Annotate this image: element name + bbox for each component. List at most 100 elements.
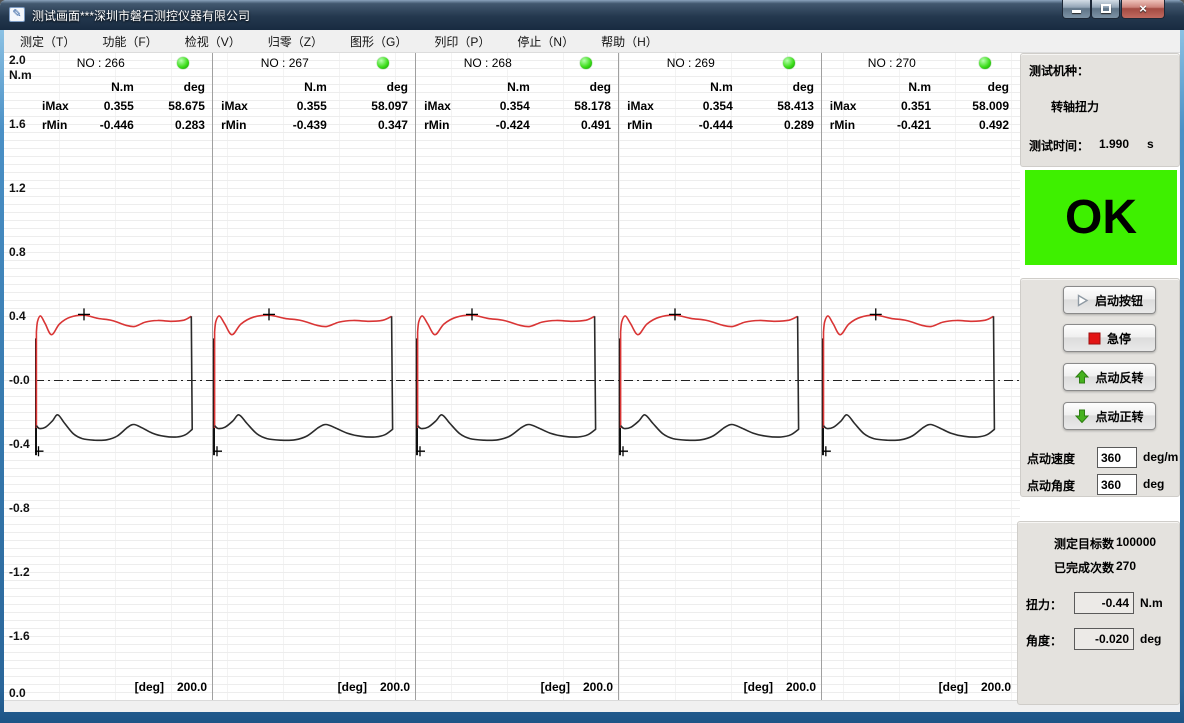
stop-icon [1088, 332, 1101, 345]
x-max-label: 200.0 [177, 680, 207, 694]
jog-angle-label: 点动角度 [1027, 477, 1075, 494]
angle-readout[interactable] [1074, 628, 1134, 650]
y-tick: -1.2 [9, 565, 30, 579]
machine-type-label: 测试机种： [1029, 62, 1089, 79]
rmin-nm: -0.439 [273, 118, 334, 132]
title-bar: ✎ 测试画面***深圳市磐石测控仪器有限公司 × [0, 0, 1184, 30]
rmin-nm: -0.421 [880, 118, 939, 132]
test-panel-269: NO : 269 N.mdeg iMax0.35458.413 rMin-0.4… [618, 53, 821, 700]
y-tick: 1.2 [9, 181, 26, 195]
torque-unit: N.m [1140, 596, 1163, 610]
y-tick: 2.0 [9, 53, 26, 67]
test-time-unit: s [1147, 137, 1154, 151]
x-max-label: 200.0 [786, 680, 816, 694]
imax-nm: 0.355 [273, 99, 334, 113]
menu-function[interactable]: 功能（F） [92, 30, 167, 53]
y-tick: N.m [9, 68, 32, 82]
result-status-badge: OK [1025, 170, 1177, 265]
y-tick: 1.6 [9, 117, 26, 131]
x-unit-label: [deg] [541, 680, 570, 694]
hysteresis-curve [35, 295, 210, 465]
hysteresis-curve [416, 295, 616, 465]
col-deg: deg [334, 80, 415, 94]
x-unit-label: [deg] [135, 680, 164, 694]
completed-count-label: 已完成次数 [1054, 559, 1114, 576]
close-button[interactable]: × [1121, 0, 1165, 19]
client-area: 2.0N.m1.61.20.80.4-0.0-0.4-0.8-1.2-1.60.… [4, 53, 1180, 700]
arrow-up-icon [1075, 370, 1089, 384]
imax-deg: 58.097 [334, 99, 415, 113]
imax-nm: 0.351 [880, 99, 939, 113]
minimize-button[interactable] [1062, 0, 1091, 19]
test-panel-267: NO : 267 N.mdeg iMax0.35558.097 rMin-0.4… [212, 53, 415, 700]
rmin-label: rMin [821, 118, 880, 132]
col-nm: N.m [87, 80, 140, 94]
col-nm: N.m [273, 80, 334, 94]
completed-count-value: 270 [1116, 559, 1136, 573]
y-tick: 0.4 [9, 309, 26, 323]
rmin-deg: 0.347 [334, 118, 415, 132]
rmin-nm: -0.444 [679, 118, 740, 132]
cycle-number: NO : 268 [464, 56, 512, 70]
target-count-label: 测定目标数 [1054, 535, 1114, 552]
test-time-label: 测试时间： [1029, 137, 1089, 154]
torque-readout[interactable] [1074, 592, 1134, 614]
angle-label: 角度： [1026, 632, 1062, 649]
col-deg: deg [141, 80, 212, 94]
angle-unit: deg [1140, 632, 1161, 646]
y-tick: -0.4 [9, 437, 30, 451]
x-unit-label: [deg] [744, 680, 773, 694]
y-tick: -0.8 [9, 501, 30, 515]
menu-zero[interactable]: 归零（Z） [258, 30, 333, 53]
status-led-icon [377, 57, 389, 69]
col-deg: deg [537, 80, 618, 94]
cycle-number: NO : 270 [868, 56, 916, 70]
jog-speed-input[interactable] [1097, 447, 1137, 468]
machine-type-value: 转轴扭力 [1051, 98, 1099, 115]
menu-bar: 测定（T） 功能（F） 检视（V） 归零（Z） 图形（G） 列印（P） 停止（N… [4, 30, 1180, 53]
col-nm: N.m [880, 80, 939, 94]
maximize-icon [1101, 4, 1111, 13]
emergency-stop-button[interactable]: 急停 [1063, 324, 1156, 352]
menu-stop[interactable]: 停止（N） [507, 30, 584, 53]
start-button[interactable]: 启动按钮 [1063, 286, 1156, 314]
imax-label: iMax [618, 99, 679, 113]
test-panel-268: NO : 268 N.mdeg iMax0.35458.178 rMin-0.4… [415, 53, 618, 700]
jog-forward-button[interactable]: 点动正转 [1063, 402, 1156, 430]
statistics-box: 测定目标数 100000 已完成次数 270 扭力： N.m 角度： deg [1017, 521, 1180, 705]
imax-deg: 58.413 [740, 99, 821, 113]
imax-nm: 0.354 [476, 99, 537, 113]
machine-info-box: 测试机种： 转轴扭力 测试时间： 1.990 s [1020, 53, 1180, 167]
jog-speed-unit: deg/min [1143, 450, 1180, 464]
imax-nm: 0.355 [87, 99, 140, 113]
menu-help[interactable]: 帮助（H） [591, 30, 668, 53]
menu-measure[interactable]: 测定（T） [10, 30, 85, 53]
imax-nm: 0.354 [679, 99, 740, 113]
col-nm: N.m [679, 80, 740, 94]
rmin-deg: 0.283 [141, 118, 212, 132]
maximize-button[interactable] [1091, 0, 1120, 19]
menu-graph[interactable]: 图形（G） [340, 30, 417, 53]
jog-speed-label: 点动速度 [1027, 450, 1075, 467]
minimize-icon [1072, 10, 1081, 13]
status-led-icon [177, 57, 189, 69]
cycle-number: NO : 269 [667, 56, 715, 70]
x-max-label: 200.0 [583, 680, 613, 694]
arrow-down-icon [1075, 409, 1089, 423]
hysteresis-curve [822, 295, 1014, 465]
jog-reverse-button[interactable]: 点动反转 [1063, 363, 1156, 391]
x-unit-label: [deg] [338, 680, 367, 694]
imax-label: iMax [821, 99, 880, 113]
status-led-icon [979, 57, 991, 69]
x-max-label: 200.0 [380, 680, 410, 694]
test-panel-270: NO : 270 N.mdeg iMax0.35158.009 rMin-0.4… [821, 53, 1016, 700]
y-tick: -1.6 [9, 629, 30, 643]
col-deg: deg [938, 80, 1016, 94]
jog-angle-input[interactable] [1097, 474, 1137, 495]
jog-angle-unit: deg [1143, 477, 1164, 491]
rmin-deg: 0.491 [537, 118, 618, 132]
rmin-label: rMin [415, 118, 476, 132]
menu-print[interactable]: 列印（P） [424, 30, 500, 53]
rmin-deg: 0.289 [740, 118, 821, 132]
menu-view[interactable]: 检视（V） [175, 30, 251, 53]
